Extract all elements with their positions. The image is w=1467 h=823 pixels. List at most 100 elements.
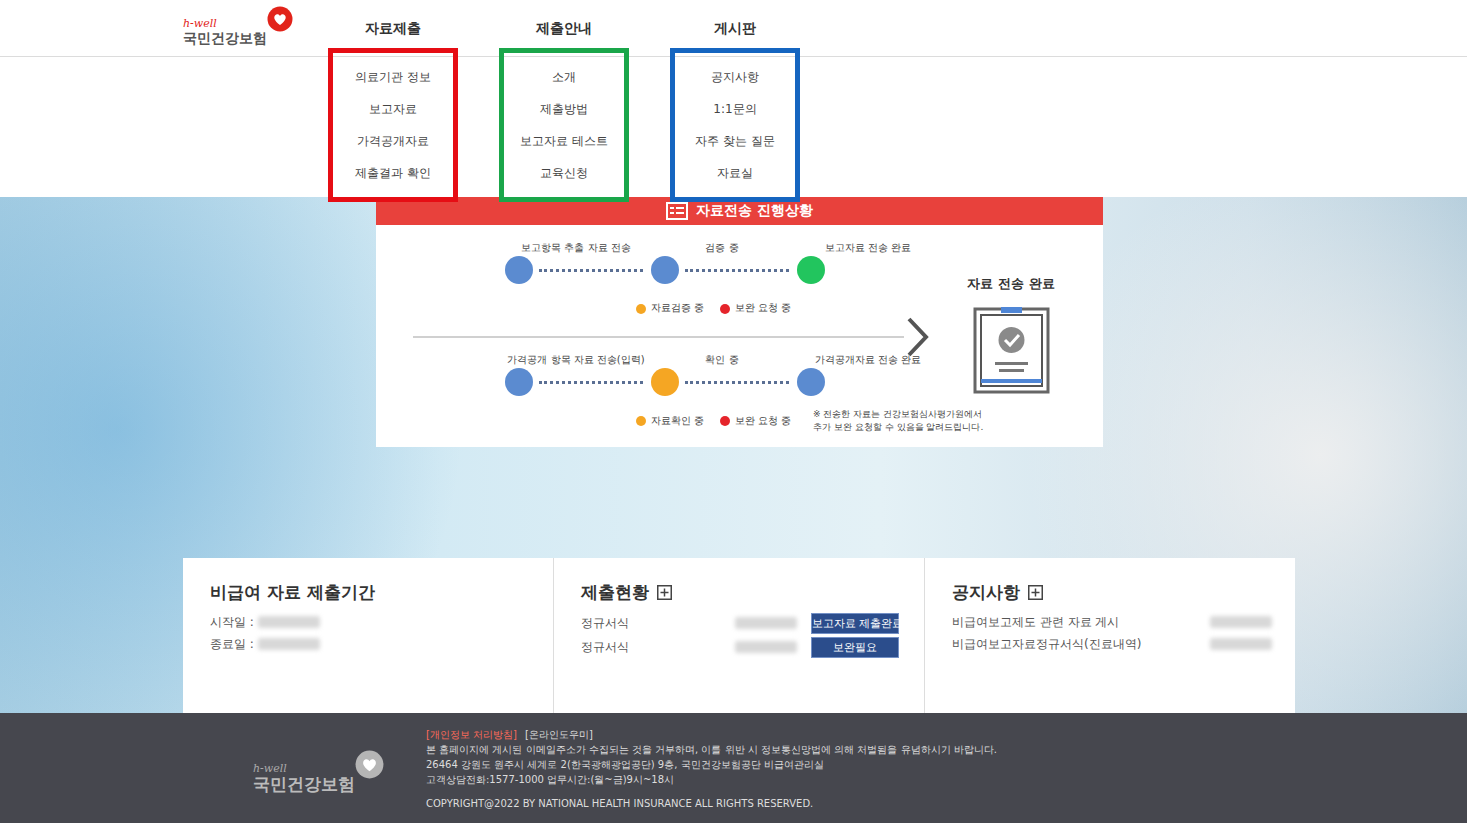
legend-label: 보완 요청 중 bbox=[735, 302, 791, 315]
footer-line: 26464 강원도 원주시 세계로 2(한국광해광업공단) 9층, 국민건강보험… bbox=[426, 757, 997, 772]
legend-dot bbox=[636, 304, 646, 314]
form-label: 정규서식 bbox=[581, 615, 735, 632]
step-dot bbox=[505, 256, 533, 284]
status-badge[interactable]: 보고자료 제출완료 bbox=[811, 613, 899, 634]
step-track bbox=[503, 368, 649, 396]
submenu-item[interactable]: 교육신청 bbox=[499, 157, 629, 189]
submenu-item[interactable]: 의료기관 정보 bbox=[328, 61, 458, 93]
blurred-value bbox=[258, 616, 320, 628]
step: 확인 중 bbox=[649, 352, 795, 396]
legend-item: 보완 요청 중 bbox=[720, 302, 791, 315]
legend: 자료확인 중보완 요청 중※ 전송한 자료는 건강보험심사평가원에서추가 보완 … bbox=[636, 408, 940, 434]
footer-link[interactable]: [온라인도우미] bbox=[525, 727, 593, 742]
divider-line bbox=[413, 336, 904, 338]
submenu-item[interactable]: 보고자료 테스트 bbox=[499, 125, 629, 157]
logo-text: h-well국민건강보험 bbox=[253, 763, 355, 794]
legend-label: 자료검증 중 bbox=[651, 302, 704, 315]
card-rows: 정규서식보고자료 제출완료정규서식보완필요 bbox=[581, 611, 901, 659]
document-icon bbox=[666, 202, 688, 220]
more-plus-icon[interactable] bbox=[1028, 585, 1043, 600]
legend-dot bbox=[636, 416, 646, 426]
copyright: COPYRIGHT@2022 BY NATIONAL HEALTH INSURA… bbox=[426, 796, 997, 811]
blurred-value bbox=[258, 638, 320, 650]
nav-title[interactable]: 게시판 bbox=[670, 0, 800, 56]
legend-dot bbox=[720, 304, 730, 314]
step-dot bbox=[651, 256, 679, 284]
logo-tagline: h-well bbox=[183, 18, 267, 29]
nav-title[interactable]: 자료제출 bbox=[328, 0, 458, 56]
background-photo: 자료전송 진행상황보고항목 추출 자료 전송검증 중보고자료 전송 완료자료검증… bbox=[0, 197, 1467, 713]
chevron-right-icon bbox=[904, 325, 940, 349]
submenu-item[interactable]: 자주 찾는 질문 bbox=[670, 125, 800, 157]
logo-text: h-well국민건강보험 bbox=[183, 18, 267, 47]
nav-column: 자료제출의료기관 정보보고자료가격공개자료제출결과 확인 bbox=[328, 0, 458, 197]
card-rows: 시작일 : 종료일 : bbox=[210, 611, 530, 655]
card-row: 정규서식 보고자료 제출완료 bbox=[581, 611, 901, 635]
blurred-value bbox=[1210, 638, 1272, 650]
submenu-item[interactable]: 소개 bbox=[499, 61, 629, 93]
legend-item: 자료확인 중 bbox=[636, 415, 704, 428]
step: 보고항목 추출 자료 전송 bbox=[503, 240, 649, 284]
footer-link[interactable]: [개인정보 처리방침] bbox=[426, 727, 517, 742]
notice-title[interactable]: 비급여보고제도 관련 자료 게시 bbox=[952, 614, 1210, 631]
complete-status: 자료 전송 완료 bbox=[940, 225, 1082, 447]
step-track bbox=[649, 368, 795, 396]
notice-title[interactable]: 비급여보고자료정규서식(진료내역) bbox=[952, 636, 1210, 653]
submenu-item[interactable]: 가격공개자료 bbox=[328, 125, 458, 157]
submenu-item[interactable]: 제출결과 확인 bbox=[328, 157, 458, 189]
step-row: 가격공개 항목 자료 전송(입력)확인 중가격공개자료 전송 완료 bbox=[503, 352, 940, 396]
submenu-item[interactable]: 공지사항 bbox=[670, 61, 800, 93]
logo[interactable]: h-well국민건강보험 bbox=[183, 0, 328, 197]
footer-links: [개인정보 처리방침] [온라인도우미] bbox=[426, 727, 997, 742]
blurred-value bbox=[735, 617, 797, 629]
nav-column: 게시판공지사항1:1문의자주 찾는 질문자료실 bbox=[670, 0, 800, 197]
logo-tagline: h-well bbox=[253, 763, 355, 774]
nav-title[interactable]: 제출안내 bbox=[499, 0, 629, 56]
step-dot bbox=[505, 368, 533, 396]
status-card: 제출현황정규서식보고자료 제출완료정규서식보완필요 bbox=[553, 558, 924, 713]
progress-rows: 보고항목 추출 자료 전송검증 중보고자료 전송 완료자료검증 중보완 요청 중… bbox=[376, 225, 940, 447]
note-line: ※ 전송한 자료는 건강보험심사평가원에서 bbox=[813, 408, 983, 421]
legend-dot bbox=[720, 416, 730, 426]
step-row: 보고항목 추출 자료 전송검증 중보고자료 전송 완료 bbox=[503, 240, 940, 284]
date-label: 종료일 : bbox=[210, 636, 254, 653]
logo[interactable]: h-well국민건강보험 bbox=[253, 713, 426, 823]
legend-item: 보완 요청 중 bbox=[720, 415, 791, 428]
date-label: 시작일 : bbox=[210, 614, 254, 631]
highlight-box bbox=[670, 48, 800, 202]
card-row: 비급여보고제도 관련 자료 게시 bbox=[952, 611, 1272, 633]
submenu-item[interactable]: 보고자료 bbox=[328, 93, 458, 125]
status-badge[interactable]: 보완필요 bbox=[811, 637, 899, 658]
submenu-item[interactable]: 1:1문의 bbox=[670, 93, 800, 125]
form-label: 정규서식 bbox=[581, 639, 735, 656]
step: 검증 중 bbox=[649, 240, 795, 284]
submenu-item[interactable]: 제출방법 bbox=[499, 93, 629, 125]
card-row: 정규서식 보완필요 bbox=[581, 635, 901, 659]
card-title[interactable]: 제출현황 bbox=[581, 581, 649, 604]
highlight-box bbox=[499, 48, 629, 202]
legend-label: 자료확인 중 bbox=[651, 415, 704, 428]
more-plus-icon[interactable] bbox=[657, 585, 672, 600]
card-row: 시작일 : bbox=[210, 611, 530, 633]
legend-label: 보완 요청 중 bbox=[735, 415, 791, 428]
footer-text: [개인정보 처리방침][온라인도우미]본 홈페이지에 게시된 이메일주소가 수집… bbox=[426, 713, 997, 823]
note-line: 추가 보완 요청할 수 있음을 알려드립니다. bbox=[813, 421, 983, 434]
blurred-value bbox=[735, 641, 797, 653]
step-dot bbox=[651, 368, 679, 396]
step: 가격공개 항목 자료 전송(입력) bbox=[503, 352, 649, 396]
step-connector bbox=[685, 269, 789, 272]
card-header: 공지사항 bbox=[952, 580, 1272, 604]
nav-column: 제출안내소개제출방법보고자료 테스트교육신청 bbox=[499, 0, 629, 197]
step-connector bbox=[685, 381, 789, 384]
logo-name: 국민건강보험 bbox=[183, 29, 267, 47]
step-label: 보고항목 추출 자료 전송 bbox=[503, 240, 649, 256]
submenu-item[interactable]: 자료실 bbox=[670, 157, 800, 189]
card-row: 종료일 : bbox=[210, 633, 530, 655]
submenu: 소개제출방법보고자료 테스트교육신청 bbox=[499, 56, 629, 189]
logo-name: 국민건강보험 bbox=[253, 774, 355, 794]
step-label: 가격공개 항목 자료 전송(입력) bbox=[503, 352, 649, 368]
panel-body: 보고항목 추출 자료 전송검증 중보고자료 전송 완료자료검증 중보완 요청 중… bbox=[376, 225, 1103, 447]
card-title: 비급여 자료 제출기간 bbox=[210, 581, 375, 604]
card-title[interactable]: 공지사항 bbox=[952, 581, 1020, 604]
card-rows: 비급여보고제도 관련 자료 게시비급여보고자료정규서식(진료내역) bbox=[952, 611, 1272, 655]
